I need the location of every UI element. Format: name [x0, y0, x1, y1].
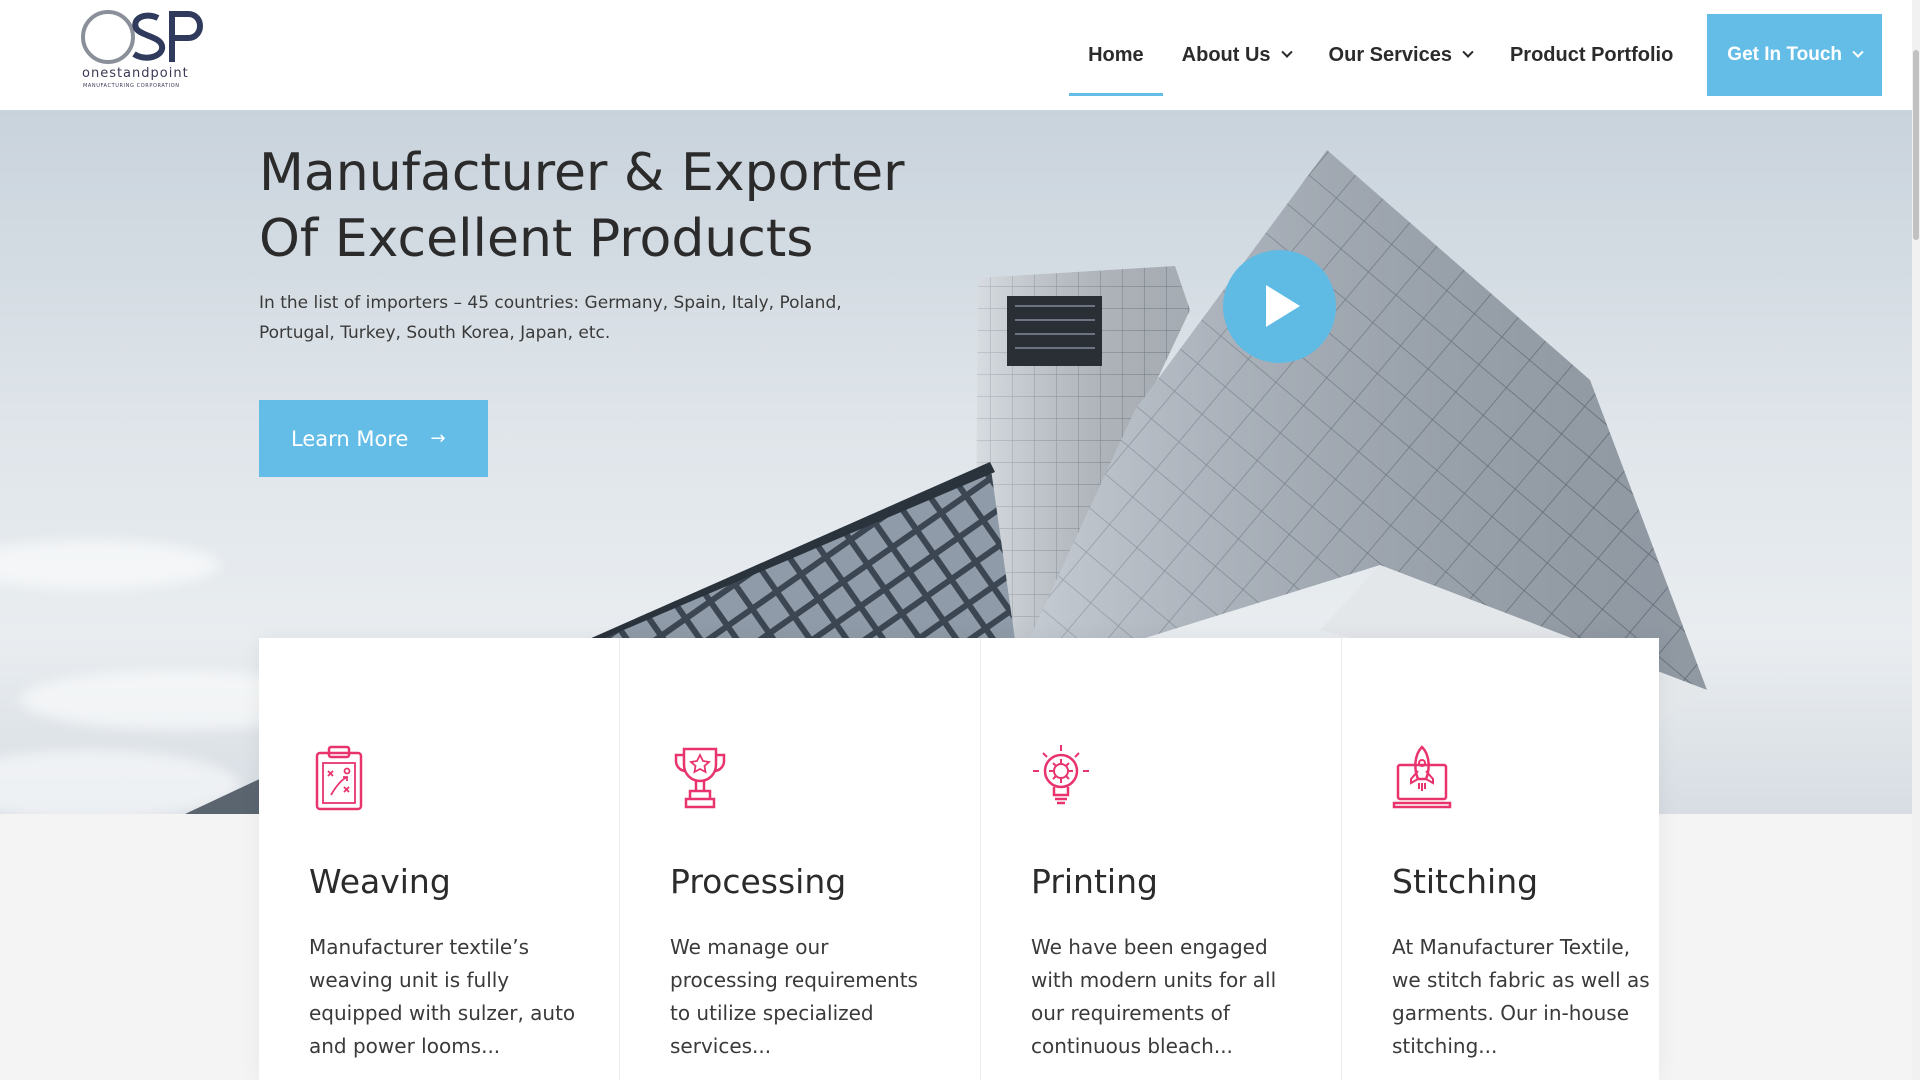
rocket-laptop-icon — [1392, 745, 1452, 809]
learn-more-label: Learn More — [291, 426, 409, 451]
service-description: At Manufacturer Textile, we stitch fabri… — [1392, 935, 1650, 1058]
get-in-touch-button[interactable]: Get In Touch — [1707, 14, 1882, 96]
service-title: Processing — [670, 862, 847, 901]
service-description: We manage our processing requirements to… — [670, 935, 918, 1058]
hero-title-line1: Manufacturer & Exporter — [259, 143, 905, 203]
play-video-button[interactable] — [1223, 250, 1336, 363]
hero-description: In the list of importers – 45 countries:… — [259, 293, 842, 343]
service-card-weaving[interactable]: Weaving Manufacturer textile’s weaving u… — [259, 638, 620, 1080]
chevron-down-icon — [1462, 46, 1474, 58]
get-in-touch-label: Get In Touch — [1727, 44, 1842, 65]
scrollbar-thumb[interactable] — [1913, 50, 1919, 240]
nav-home-label: Home — [1088, 43, 1144, 66]
logo-name: onestandpoint — [82, 66, 189, 81]
page-scrollbar[interactable] — [1912, 0, 1920, 1080]
chevron-down-icon — [1280, 46, 1293, 58]
osp-logo-mark — [81, 10, 203, 64]
learn-more-button[interactable]: Learn More → — [259, 400, 488, 477]
hero-title-line2: Of Excellent Products — [259, 209, 814, 269]
services-cards: Weaving Manufacturer textile’s weaving u… — [259, 638, 1659, 1080]
service-title: Printing — [1031, 862, 1158, 901]
service-card-printing[interactable]: Printing We have been engaged with moder… — [981, 638, 1342, 1080]
service-card-stitching[interactable]: Stitching At Manufacturer Textile, we st… — [1342, 638, 1702, 1080]
nav-about-us[interactable]: About Us — [1163, 14, 1310, 96]
service-title: Weaving — [309, 862, 451, 901]
service-card-processing[interactable]: Processing We manage our processing requ… — [620, 638, 981, 1080]
arrow-right-icon: → — [430, 428, 446, 449]
nav-home[interactable]: Home — [1069, 14, 1163, 96]
nav-our-services[interactable]: Our Services — [1310, 14, 1491, 96]
service-description: Manufacturer textile’s weaving unit is f… — [309, 935, 576, 1058]
nav-about-us-label: About Us — [1181, 43, 1271, 66]
site-logo[interactable]: onestandpoint MANUFACTURING CORPORATION — [80, 6, 210, 89]
site-header: onestandpoint MANUFACTURING CORPORATION … — [0, 0, 1920, 110]
main-nav: Home About Us Our Services Product Portf… — [1069, 0, 1882, 110]
lightbulb-gear-icon — [1033, 745, 1089, 805]
nav-our-services-label: Our Services — [1328, 43, 1452, 66]
nav-product-portfolio-label: Product Portfolio — [1509, 43, 1674, 66]
hero-title: Manufacturer & Exporter Of Excellent Pro… — [259, 140, 959, 272]
nav-product-portfolio[interactable]: Product Portfolio — [1491, 14, 1692, 96]
clipboard-strategy-icon — [315, 745, 363, 811]
logo-tagline: MANUFACTURING CORPORATION — [83, 83, 180, 89]
trophy-icon — [674, 747, 726, 809]
service-title: Stitching — [1392, 862, 1539, 901]
service-description: We have been engaged with modern units f… — [1031, 935, 1277, 1058]
chevron-down-icon — [1852, 46, 1864, 58]
